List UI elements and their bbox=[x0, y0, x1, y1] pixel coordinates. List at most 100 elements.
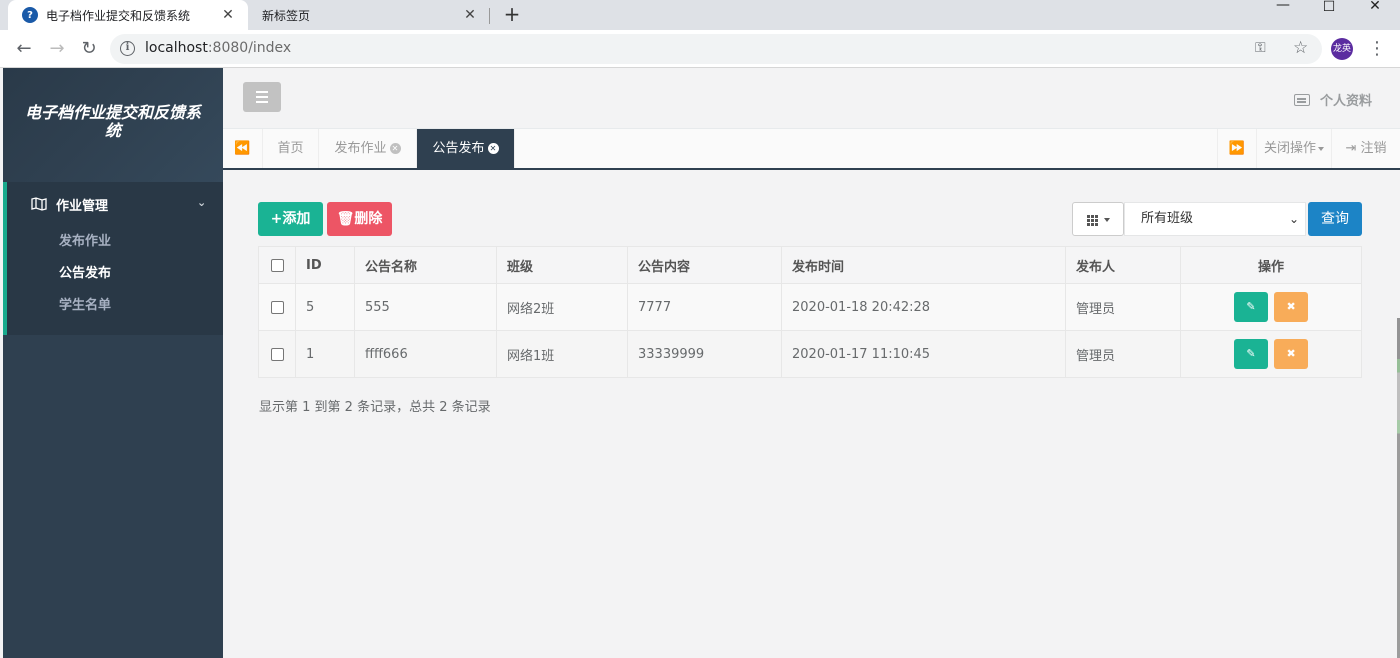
cell-actions: ✎ ✖ bbox=[1180, 283, 1362, 331]
logout-link[interactable]: ⇥ 注销 bbox=[1332, 129, 1400, 168]
caret-down-icon bbox=[1318, 146, 1324, 151]
announcement-table: ID 公告名称 班级 公告内容 发布时间 发布人 操作 5 555 网络2班 7… bbox=[258, 246, 1362, 378]
close-window-button[interactable]: ✕ bbox=[1352, 0, 1398, 30]
bookmark-star-icon[interactable]: ☆ bbox=[1293, 38, 1308, 58]
class-filter-select[interactable]: 所有班级 ⌄ bbox=[1124, 202, 1306, 236]
content-tabs: ⏪ 首页 发布作业 ✕ 公告发布 ✕ ⏩ 关闭操作 ⇥ 注销 bbox=[223, 129, 1400, 170]
class-filter-value: 所有班级 bbox=[1141, 211, 1194, 226]
cell-class: 网络2班 bbox=[496, 283, 628, 331]
cell-time: 2020-01-17 11:10:45 bbox=[781, 330, 1066, 378]
browser-tab-bar: ? 电子档作业提交和反馈系统 ✕ 新标签页 ✕ + — ☐ ✕ bbox=[0, 0, 1400, 30]
site-favicon-icon: ? bbox=[22, 7, 38, 23]
tab-announcements[interactable]: 公告发布 ✕ bbox=[417, 129, 515, 168]
new-tab-button[interactable]: + bbox=[500, 3, 524, 27]
row-select-cell bbox=[258, 283, 296, 331]
app-title: 电子档作业提交和反馈系统 bbox=[24, 103, 201, 140]
close-tab-icon[interactable]: ✕ bbox=[487, 143, 499, 154]
delete-label: 删除 bbox=[354, 211, 383, 227]
col-header-name[interactable]: 公告名称 bbox=[354, 246, 497, 284]
row-checkbox[interactable] bbox=[270, 347, 284, 361]
key-icon[interactable]: ⚿ bbox=[1255, 40, 1266, 56]
trash-icon: 🗑 bbox=[336, 211, 355, 227]
browser-tab-active[interactable]: ? 电子档作业提交和反馈系统 ✕ bbox=[8, 0, 248, 30]
top-navbar: 个人资料 bbox=[223, 68, 1400, 129]
table-row[interactable]: 5 555 网络2班 7777 2020-01-18 20:42:28 管理员 … bbox=[258, 283, 1362, 331]
close-tab-icon[interactable]: ✕ bbox=[389, 143, 401, 154]
close-ops-label: 关闭操作 bbox=[1263, 141, 1316, 156]
url-field[interactable]: i localhost:8080/index ⚿ ☆ bbox=[110, 34, 1322, 64]
tabs-scroll-left-icon[interactable]: ⏪ bbox=[223, 129, 263, 168]
close-tab-icon[interactable]: ✕ bbox=[462, 7, 478, 23]
url-text: localhost:8080/index bbox=[145, 40, 292, 56]
announcement-page: +添加 🗑删除 所有班级 ⌄ 查询 ID 公告名称 班级 公告内容 发布时间 发… bbox=[223, 170, 1400, 658]
delete-button[interactable]: 🗑删除 bbox=[327, 202, 392, 236]
reload-icon[interactable]: ↻ bbox=[77, 38, 101, 60]
col-header-publisher[interactable]: 发布人 bbox=[1065, 246, 1181, 284]
browser-tab-title: 电子档作业提交和反馈系统 bbox=[46, 8, 191, 23]
add-button[interactable]: +添加 bbox=[258, 202, 323, 236]
select-all-checkbox[interactable] bbox=[270, 258, 284, 272]
close-tab-icon[interactable]: ✕ bbox=[220, 7, 236, 23]
sidebar: 电子档作业提交和反馈系统 作业管理 ⌄ 发布作业 公告发布 学生名单 bbox=[3, 68, 223, 658]
cell-name: 555 bbox=[354, 283, 497, 331]
pagination-summary: 显示第 1 到第 2 条记录，总共 2 条记录 bbox=[259, 400, 491, 415]
select-all-cell bbox=[258, 246, 296, 284]
cell-time: 2020-01-18 20:42:28 bbox=[781, 283, 1066, 331]
cell-class: 网络1班 bbox=[496, 330, 628, 378]
profile-link[interactable]: 个人资料 bbox=[1293, 90, 1372, 109]
tab-label: 公告发布 bbox=[432, 141, 485, 156]
forward-arrow-icon[interactable]: → bbox=[45, 38, 69, 60]
address-bar: ← → ↻ i localhost:8080/index ⚿ ☆ 龙英 ⋮ bbox=[0, 30, 1400, 68]
back-arrow-icon[interactable]: ← bbox=[12, 38, 36, 60]
cell-name: ffff666 bbox=[354, 330, 497, 378]
cell-id: 5 bbox=[295, 283, 355, 331]
profile-avatar[interactable]: 龙英 bbox=[1331, 38, 1353, 60]
sidebar-group-toggle[interactable]: 作业管理 ⌄ bbox=[7, 182, 223, 226]
col-header-id[interactable]: ID bbox=[295, 246, 355, 284]
query-button[interactable]: 查询 bbox=[1308, 202, 1362, 236]
cell-content: 33339999 bbox=[627, 330, 782, 378]
minimize-button[interactable]: — bbox=[1260, 0, 1306, 30]
col-header-content[interactable]: 公告内容 bbox=[627, 246, 782, 284]
cell-content: 7777 bbox=[627, 283, 782, 331]
col-header-time[interactable]: 发布时间 bbox=[781, 246, 1066, 284]
browser-tab-newtab[interactable]: 新标签页 ✕ bbox=[250, 0, 490, 30]
tabs-scroll-right-icon[interactable]: ⏩ bbox=[1217, 129, 1257, 168]
col-header-actions: 操作 bbox=[1180, 246, 1362, 284]
tab-home[interactable]: 首页 bbox=[263, 129, 319, 168]
edit-button[interactable]: ✎ bbox=[1233, 339, 1268, 369]
site-info-icon[interactable]: i bbox=[120, 41, 135, 56]
row-checkbox[interactable] bbox=[270, 300, 284, 314]
sidebar-group-homework: 作业管理 ⌄ 发布作业 公告发布 学生名单 bbox=[3, 182, 223, 335]
cell-publisher: 管理员 bbox=[1065, 283, 1181, 331]
maximize-button[interactable]: ☐ bbox=[1306, 0, 1352, 30]
edit-icon: ✎ bbox=[1246, 300, 1256, 313]
caret-down-icon bbox=[1103, 218, 1110, 222]
table-header-row: ID 公告名称 班级 公告内容 发布时间 发布人 操作 bbox=[258, 246, 1362, 284]
remove-icon: ✖ bbox=[1286, 347, 1296, 360]
edit-button[interactable]: ✎ bbox=[1233, 292, 1268, 322]
sidebar-item-announcements[interactable]: 公告发布 bbox=[7, 258, 223, 290]
edit-icon: ✎ bbox=[1246, 347, 1256, 360]
col-header-class[interactable]: 班级 bbox=[496, 246, 628, 284]
menu-toggle-button[interactable] bbox=[243, 82, 281, 112]
sidebar-item-publish-homework[interactable]: 发布作业 bbox=[7, 226, 223, 258]
cell-publisher: 管理员 bbox=[1065, 330, 1181, 378]
tab-publish-homework[interactable]: 发布作业 ✕ bbox=[319, 129, 417, 168]
close-operations-dropdown[interactable]: 关闭操作 bbox=[1257, 129, 1332, 168]
chevron-down-icon: ⌄ bbox=[1288, 212, 1299, 226]
table-row[interactable]: 1 ffff666 网络1班 33339999 2020-01-17 11:10… bbox=[258, 330, 1362, 378]
remove-button[interactable]: ✖ bbox=[1274, 292, 1309, 322]
map-icon bbox=[31, 197, 47, 211]
grid-icon bbox=[1086, 214, 1098, 226]
browser-tab-title: 新标签页 bbox=[262, 8, 311, 23]
tab-divider bbox=[489, 8, 490, 24]
hamburger-icon bbox=[256, 91, 268, 93]
cell-actions: ✎ ✖ bbox=[1180, 330, 1362, 378]
columns-toggle-button[interactable] bbox=[1072, 202, 1124, 236]
remove-button[interactable]: ✖ bbox=[1274, 339, 1309, 369]
profile-label: 个人资料 bbox=[1319, 94, 1372, 109]
cell-id: 1 bbox=[295, 330, 355, 378]
sidebar-item-student-list[interactable]: 学生名单 bbox=[7, 290, 223, 322]
browser-menu-icon[interactable]: ⋮ bbox=[1368, 38, 1386, 60]
